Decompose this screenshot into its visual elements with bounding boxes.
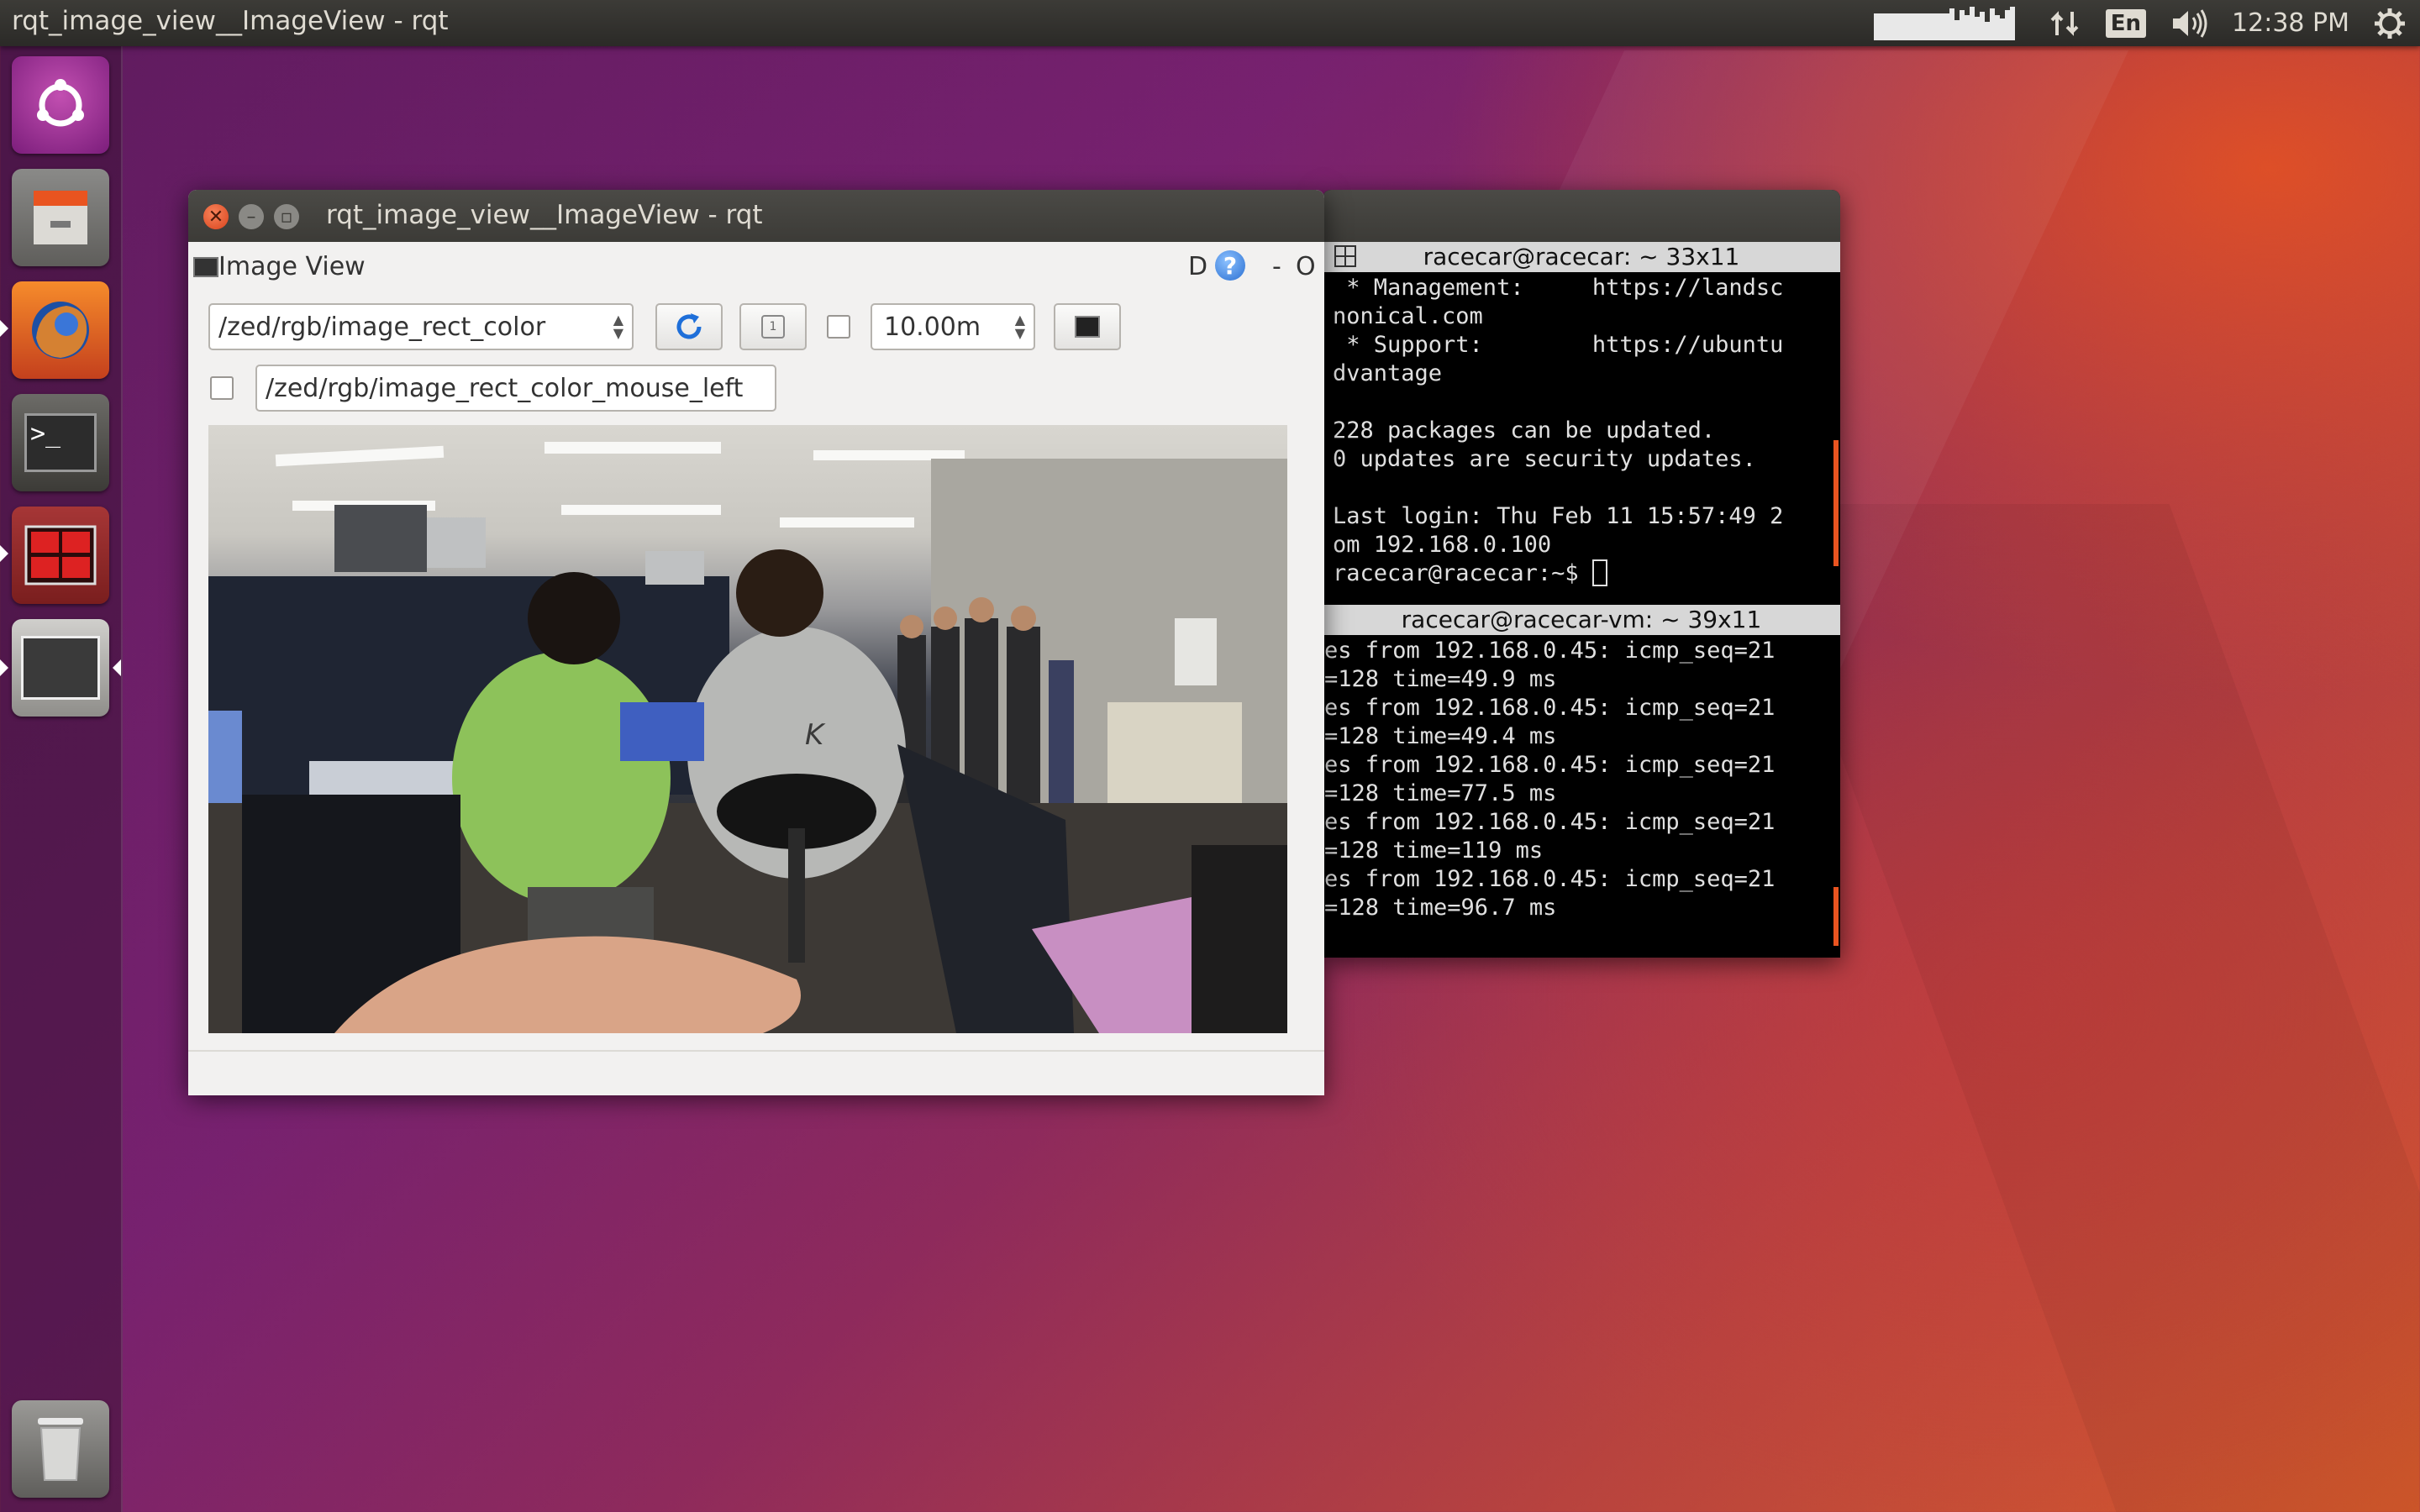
topic-combobox-value: /zed/rgb/image_rect_color xyxy=(218,312,546,342)
launcher-running-indicator xyxy=(0,320,8,337)
plugin-title: Image View xyxy=(218,252,366,281)
active-window-title: rqt_image_view__ImageView - rqt xyxy=(12,6,449,36)
keyboard-layout-indicator[interactable]: En xyxy=(2105,8,2147,38)
window-close-button[interactable]: ✕ xyxy=(203,204,229,229)
mouse-publish-checkbox[interactable] xyxy=(210,376,234,400)
mouse-topic-input-value: /zed/rgb/image_rect_color_mouse_left xyxy=(266,374,744,403)
terminal-pane2-scrollbar[interactable] xyxy=(1833,887,1839,946)
terminal-pane1-output: * Management: https://landsc nonical.com… xyxy=(1333,274,1783,588)
rqt-image-view-window[interactable]: ✕ – ▫ rqt_image_view__ImageView - rqt Im… xyxy=(188,190,1324,1095)
topic-combobox[interactable]: /zed/rgb/image_rect_color ▲ ▼ xyxy=(208,303,634,350)
terminal-pane1[interactable]: * Management: https://landsc nonical.com… xyxy=(1323,272,1840,593)
firefox-icon[interactable] xyxy=(12,281,109,379)
terminal-icon[interactable]: >_ xyxy=(12,394,109,491)
terminal-pane2-title-text: racecar@racecar-vm: ~ 39x11 xyxy=(1401,606,1762,633)
trash-icon[interactable] xyxy=(12,1400,109,1498)
timeout-spinbox-value: 10.00m xyxy=(884,312,981,342)
terminal-line: * Support: https://ubuntu xyxy=(1333,332,1784,358)
rqt-window-title: rqt_image_view__ImageView - rqt xyxy=(326,200,763,230)
terminal-cursor xyxy=(1591,559,1607,586)
unity-launcher: >_ xyxy=(0,46,123,1512)
ubuntu-dash-icon[interactable] xyxy=(12,56,109,154)
plugin-header: Image View D ? - O xyxy=(188,242,1324,289)
wallpaper-shard xyxy=(1749,504,2420,1512)
terminal-pane2[interactable]: es from 192.168.0.45: icmp_seq=21 =128 t… xyxy=(1323,635,1840,958)
terminal-line: =128 time=49.9 ms xyxy=(1324,666,1557,692)
dynamic-range-checkbox[interactable] xyxy=(827,315,850,339)
zoom-1-button[interactable]: 1 xyxy=(739,303,807,350)
terminal-line: 0 updates are security updates. xyxy=(1333,446,1756,472)
zoom-1-icon: 1 xyxy=(761,315,785,339)
terminal-line: =128 time=96.7 ms xyxy=(1324,895,1557,921)
plugin-window-icon xyxy=(193,257,218,277)
save-image-icon xyxy=(1075,316,1100,338)
launcher-running-indicator xyxy=(0,545,8,562)
terminal-pane2-output: es from 192.168.0.45: icmp_seq=21 =128 t… xyxy=(1324,637,1775,922)
terminal-line: 228 packages can be updated. xyxy=(1333,417,1716,444)
rqt-titlebar[interactable]: ✕ – ▫ rqt_image_view__ImageView - rqt xyxy=(188,190,1324,242)
network-transfer-icon[interactable] xyxy=(2049,7,2082,40)
terminal-pane1-title-text: racecar@racecar: ~ 33x11 xyxy=(1423,243,1740,270)
refresh-icon xyxy=(676,313,702,339)
terminal-line: Last login: Thu Feb 11 15:57:49 2 xyxy=(1333,503,1784,529)
indicator-area: En 12:38 PM xyxy=(1862,0,2420,46)
terminal-line: =128 time=49.4 ms xyxy=(1324,723,1557,749)
launcher-running-indicator xyxy=(0,659,8,676)
terminal-line: es from 192.168.0.45: icmp_seq=21 xyxy=(1324,866,1776,892)
terminal-line: nonical.com xyxy=(1333,303,1483,329)
window-glyph xyxy=(21,636,100,700)
clock-text: 12:38 PM xyxy=(2232,8,2349,38)
terminal-line: * Management: https://landsc xyxy=(1333,275,1784,301)
refresh-button[interactable] xyxy=(655,303,723,350)
plugin-dock-button[interactable]: D xyxy=(1188,252,1207,281)
split-grid-icon[interactable] xyxy=(1334,245,1356,267)
help-icon[interactable]: ? xyxy=(1215,250,1245,281)
launcher-focused-indicator xyxy=(113,659,121,676)
spin-arrows-icon[interactable]: ▲ ▼ xyxy=(1015,313,1025,340)
language-badge: En xyxy=(2105,8,2147,38)
top-panel: rqt_image_view__ImageView - rqt En 12:38… xyxy=(0,0,2420,46)
system-monitor-graph[interactable] xyxy=(1873,6,2025,40)
terminal-line: racecar@racecar:~$ xyxy=(1333,560,1592,586)
gear-icon[interactable] xyxy=(2373,7,2407,40)
window-minimize-button[interactable]: – xyxy=(239,204,264,229)
terminal-pane2-title[interactable]: racecar@racecar-vm: ~ 39x11 xyxy=(1323,605,1840,635)
terminal-pane1-title[interactable]: racecar@racecar: ~ 33x11 xyxy=(1323,242,1840,272)
shirt-graphic: K xyxy=(805,718,826,752)
terminal-line: es from 192.168.0.45: icmp_seq=21 xyxy=(1324,752,1776,778)
timeout-spinbox[interactable]: 10.00m ▲ ▼ xyxy=(871,303,1035,350)
status-bar xyxy=(188,1050,1324,1095)
window-maximize-button[interactable]: ▫ xyxy=(274,204,299,229)
terminal-line: =128 time=77.5 ms xyxy=(1324,780,1557,806)
terminal-line: dvantage xyxy=(1333,360,1443,386)
files-icon[interactable] xyxy=(12,169,109,266)
plugin-close-button[interactable]: O xyxy=(1296,252,1316,281)
terminal-line: om 192.168.0.100 xyxy=(1333,532,1552,558)
clock-indicator[interactable]: 12:38 PM xyxy=(2232,8,2349,38)
camera-image-view[interactable]: K xyxy=(208,425,1287,1033)
network-graph-icon xyxy=(1873,6,2025,40)
terminator-window[interactable]: racecar@racecar: ~ 33x11 * Management: h… xyxy=(1323,190,1840,958)
save-image-button[interactable] xyxy=(1054,303,1121,350)
terminal-line: =128 time=119 ms xyxy=(1324,837,1544,864)
terminator-icon[interactable] xyxy=(12,507,109,604)
volume-icon[interactable] xyxy=(2170,7,2208,40)
terminal-line: es from 192.168.0.45: icmp_seq=21 xyxy=(1324,695,1776,721)
mouse-topic-input[interactable]: /zed/rgb/image_rect_color_mouse_left xyxy=(255,365,776,412)
camera-frame-image: K xyxy=(208,442,1287,1033)
workspace-icon[interactable] xyxy=(12,619,109,717)
terminal-pane1-scrollbar[interactable] xyxy=(1833,440,1839,566)
terminal-line: es from 192.168.0.45: icmp_seq=21 xyxy=(1324,809,1776,835)
chevron-updown-icon: ▲ ▼ xyxy=(613,312,623,341)
terminator-titlebar[interactable] xyxy=(1323,190,1840,242)
plugin-minimize-button[interactable]: - xyxy=(1272,252,1281,281)
terminal-line: es from 192.168.0.45: icmp_seq=21 xyxy=(1324,638,1776,664)
terminal-glyph: >_ xyxy=(24,413,97,472)
